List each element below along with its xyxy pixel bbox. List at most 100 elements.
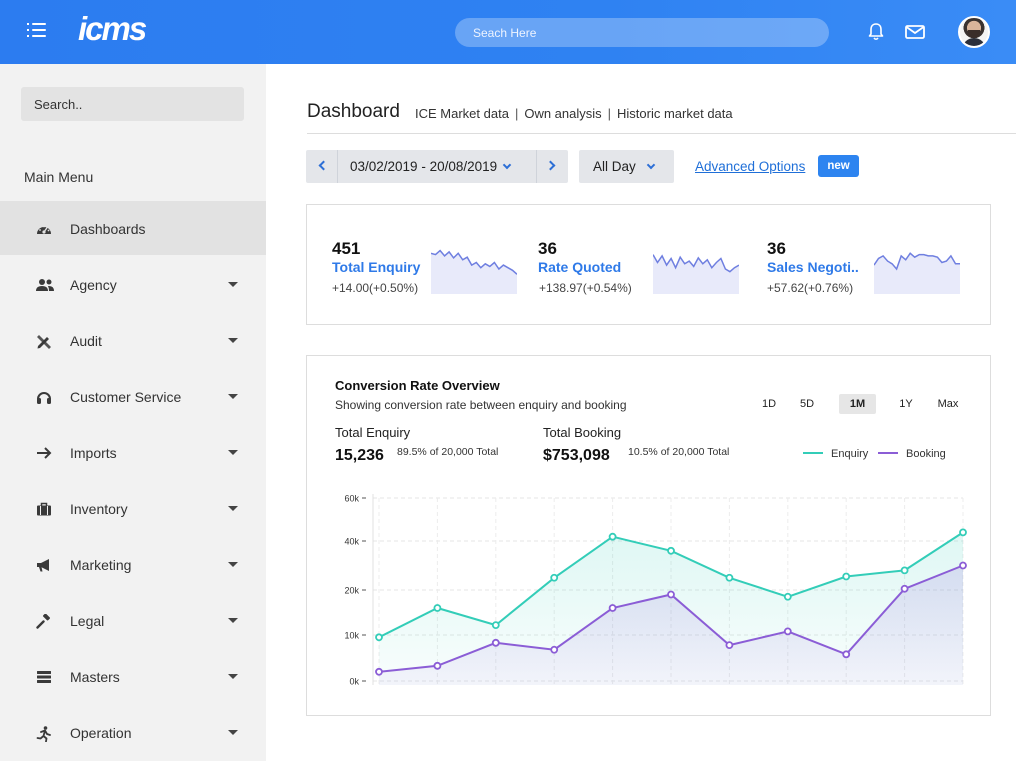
date-range-value: 03/02/2019 - 20/08/2019 [350, 159, 498, 174]
page-title: Dashboard [307, 101, 400, 122]
global-search-input[interactable] [455, 18, 829, 47]
sidebar-item-dashboards[interactable]: Dashboards [0, 201, 266, 255]
menu-toggle-icon[interactable] [27, 22, 47, 38]
sidebar-item-agency[interactable]: Agency [0, 257, 266, 311]
top-bar: icms [0, 0, 1016, 64]
data-point-booking[interactable] [725, 641, 734, 650]
data-point-enquiry[interactable] [842, 572, 851, 581]
data-point-booking[interactable] [783, 627, 792, 636]
data-point-booking[interactable] [900, 584, 909, 593]
separator: | [514, 106, 519, 121]
user-avatar[interactable] [958, 16, 990, 48]
sidebar-item-label: Inventory [70, 501, 128, 517]
kpi-change: +14.00(+0.50%) [332, 281, 419, 295]
main-menu-title: Main Menu [24, 169, 94, 185]
new-badge: new [818, 155, 859, 177]
next-range-button[interactable] [536, 150, 568, 183]
header-links: ICE Market data | Own analysis | Historic ma… [415, 106, 733, 121]
gavel-icon [36, 614, 50, 629]
chevron-down-icon [228, 562, 238, 567]
sidebar-search-input[interactable] [21, 87, 244, 121]
sparkline-area [431, 250, 517, 294]
sidebar-item-imports[interactable]: Imports [0, 425, 266, 479]
data-point-booking[interactable] [842, 650, 851, 659]
sidebar-item-customer-service[interactable]: Customer Service [0, 369, 266, 423]
kpi-label: Sales Negoti.. [767, 259, 859, 275]
megaphone-icon [37, 559, 49, 572]
data-point-booking[interactable] [550, 645, 559, 654]
sidebar-item-operation[interactable]: Operation [0, 705, 266, 759]
data-point-booking[interactable] [608, 604, 617, 612]
sparkline-sales-negotiation [874, 252, 960, 294]
sidebar-item-label: Audit [70, 333, 102, 349]
data-point-booking[interactable] [375, 667, 383, 676]
kpi-label: Total Enquiry [332, 259, 421, 275]
sidebar-item-masters[interactable]: Masters [0, 649, 266, 703]
kpi-total-enquiry: 451 Total Enquiry +14.00(+0.50%) [332, 239, 420, 295]
kpi-sales-negotiation: 36 Sales Negoti.. +57.62(+0.76%) [767, 239, 859, 295]
sparkline-rate-quoted [653, 254, 739, 294]
chevron-down-icon [228, 506, 238, 511]
kpi-rate-quoted: 36 Rate Quoted +138.97(+0.54%) [538, 239, 632, 295]
data-point-enquiry[interactable] [608, 532, 617, 541]
date-range-picker: 03/02/2019 - 20/08/2019 [306, 150, 568, 183]
link-ice-market-data[interactable]: ICE Market data [415, 106, 509, 121]
data-point-enquiry[interactable] [491, 621, 500, 630]
sidebar-item-label: Operation [70, 725, 132, 741]
data-point-booking[interactable] [433, 661, 442, 670]
data-point-enquiry[interactable] [959, 528, 967, 537]
sidebar-item-label: Imports [70, 445, 117, 461]
pencil-ruler-icon [37, 335, 51, 349]
sidebar-item-label: Agency [70, 277, 117, 293]
chevron-down-icon [228, 394, 238, 399]
chevron-down-icon [228, 674, 238, 679]
y-tick-label: 20k [344, 586, 359, 596]
headset-icon [37, 392, 51, 404]
data-point-booking[interactable] [491, 638, 500, 647]
sidebar-item-label: Legal [70, 613, 105, 629]
data-point-enquiry[interactable] [667, 546, 675, 555]
y-tick-label: 0k [349, 677, 359, 687]
sidebar-item-label: Dashboards [70, 221, 146, 237]
kpi-label: Rate Quoted [538, 259, 622, 275]
data-point-enquiry[interactable] [433, 604, 442, 612]
sparkline-total-enquiry [431, 249, 517, 294]
sidebar-item-inventory[interactable]: Inventory [0, 481, 266, 535]
data-point-enquiry[interactable] [550, 573, 559, 582]
advanced-options-link[interactable]: Advanced Options [695, 159, 805, 174]
link-historic-market-data[interactable]: Historic market data [617, 106, 733, 121]
sidebar-item-marketing[interactable]: Marketing [0, 537, 266, 591]
chevron-left-icon [318, 160, 329, 171]
conversion-card: Conversion Rate Overview Showing convers… [306, 355, 991, 716]
chevron-down-icon [646, 160, 656, 170]
stack-icon [37, 671, 51, 683]
date-range-select[interactable]: 03/02/2019 - 20/08/2019 [350, 159, 512, 174]
data-point-enquiry[interactable] [375, 633, 383, 642]
chevron-right-icon [545, 160, 556, 171]
data-point-enquiry[interactable] [783, 592, 792, 601]
y-tick-label: 60k [344, 494, 359, 504]
app-logo[interactable]: icms [78, 10, 147, 48]
data-point-booking[interactable] [959, 561, 967, 570]
mail-icon[interactable] [904, 23, 926, 41]
previous-range-button[interactable] [306, 150, 338, 183]
data-point-enquiry[interactable] [900, 566, 909, 575]
data-point-booking[interactable] [667, 590, 675, 599]
separator: | [607, 106, 612, 121]
link-own-analysis[interactable]: Own analysis [524, 106, 601, 121]
sparkline-area [653, 254, 739, 294]
sidebar-item-legal[interactable]: Legal [0, 593, 266, 647]
chevron-down-icon [228, 618, 238, 623]
chevron-down-icon [228, 450, 238, 455]
period-select[interactable]: All Day [579, 150, 674, 183]
sidebar-item-label: Customer Service [70, 389, 182, 405]
conversion-chart: 0k 10k 20k 40k 60k [344, 494, 967, 687]
bell-icon[interactable] [866, 22, 886, 42]
chevron-down-icon [502, 160, 512, 170]
chevron-down-icon [228, 338, 238, 343]
y-tick-label: 40k [344, 537, 359, 547]
sidebar-item-audit[interactable]: Audit [0, 313, 266, 367]
period-value: All Day [593, 159, 636, 174]
data-point-enquiry[interactable] [725, 573, 734, 582]
gauge-icon [37, 225, 51, 234]
